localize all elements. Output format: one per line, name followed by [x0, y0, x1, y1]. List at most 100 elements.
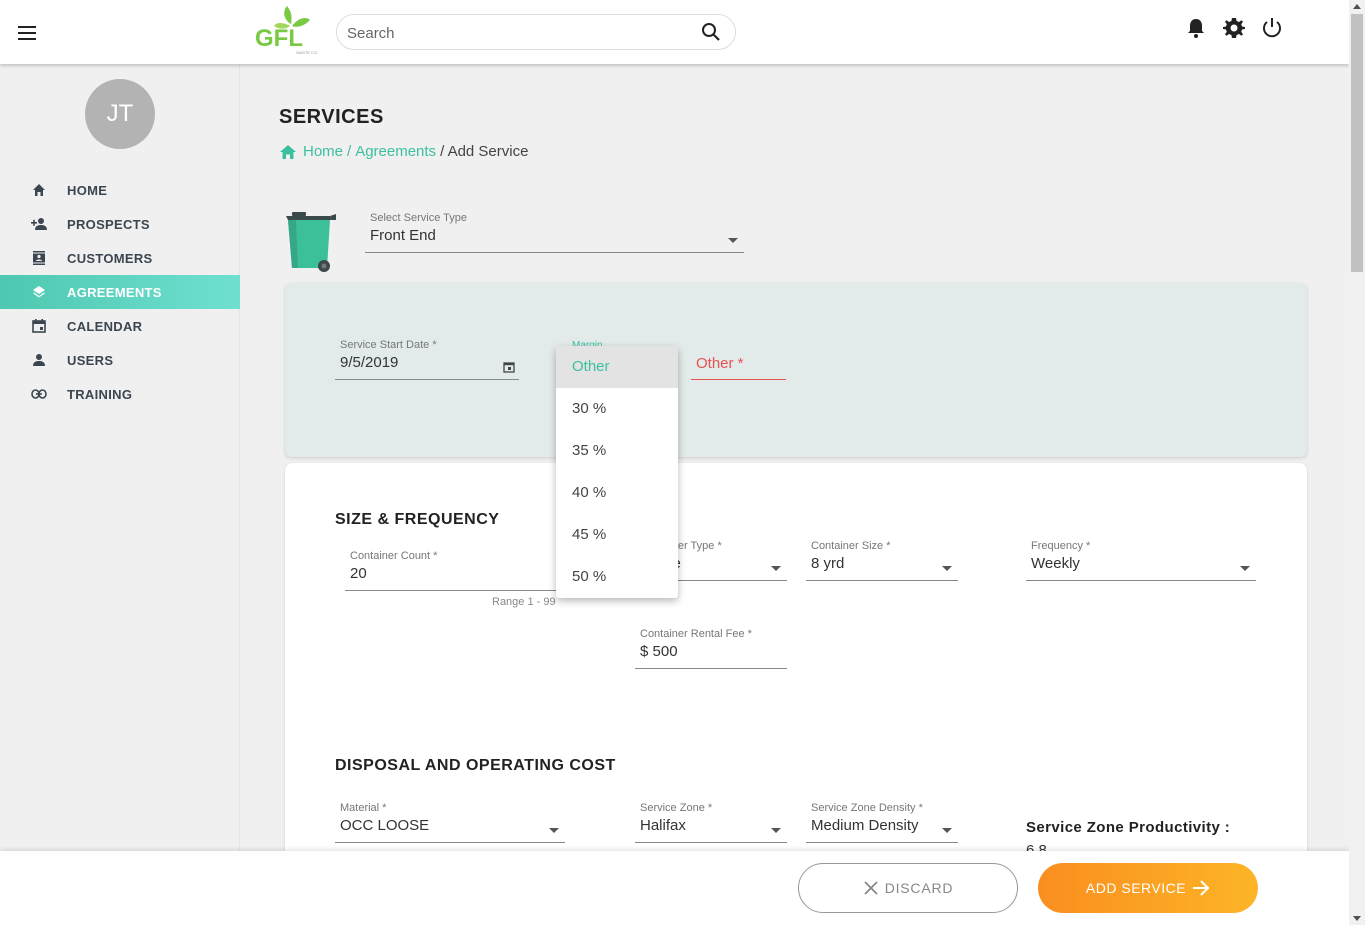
sidebar-item-home[interactable]: HOME	[0, 173, 240, 207]
layers-icon	[33, 286, 45, 298]
top-actions	[1184, 16, 1284, 40]
frequency-value: Weekly	[1031, 555, 1080, 572]
chevron-down-icon	[771, 566, 781, 571]
contact-card-icon	[33, 251, 45, 265]
chevron-down-icon	[942, 828, 952, 833]
zone-density-value: Medium Density	[811, 817, 919, 834]
add-person-icon	[31, 218, 47, 230]
rental-fee-label: Container Rental Fee *	[640, 628, 752, 640]
search-input[interactable]	[347, 23, 687, 43]
service-type-label: Select Service Type	[370, 212, 468, 224]
margin-dropdown-menu: Other 30 % 35 % 40 % 45 % 50 %	[556, 346, 678, 598]
zone-density-label: Service Zone Density *	[811, 802, 923, 814]
sidebar-item-label: CALENDAR	[67, 318, 143, 334]
trash-bin-icon	[286, 212, 336, 272]
discard-button[interactable]: DISCARD	[798, 863, 1018, 913]
service-zone-productivity-label: Service Zone Productivity :	[1026, 819, 1231, 836]
breadcrumb-home-link[interactable]: Home	[303, 143, 343, 160]
margin-option-other[interactable]: Other	[556, 346, 678, 388]
container-rental-fee-input[interactable]: Container Rental Fee * $ 500	[635, 628, 787, 669]
add-service-button-label: ADD SERVICE	[1085, 880, 1187, 896]
search-icon[interactable]	[701, 22, 721, 42]
sidebar-item-label: AGREEMENTS	[67, 284, 162, 300]
size-frequency-title: SIZE & FREQUENCY	[335, 511, 500, 528]
home-icon[interactable]	[279, 144, 297, 160]
sidebar-item-users[interactable]: USERS	[0, 343, 240, 377]
rental-fee-value: $ 500	[640, 643, 678, 660]
gfl-logo[interactable]: GFL WASTE CO.	[254, 4, 334, 56]
scroll-up-arrow[interactable]	[1353, 4, 1361, 9]
scroll-down-arrow[interactable]	[1353, 916, 1361, 921]
container-count-hint: Range 1 - 99	[492, 596, 556, 608]
gear-icon[interactable]	[1222, 16, 1246, 40]
discard-button-label: DISCARD	[884, 880, 954, 896]
sidebar-item-agreements[interactable]: AGREEMENTS	[0, 275, 240, 309]
user-icon	[33, 354, 45, 366]
chevron-down-icon	[728, 238, 738, 243]
breadcrumb-agreements-link[interactable]: Agreements	[355, 143, 436, 160]
sidebar-item-label: USERS	[67, 352, 114, 368]
breadcrumb-current: / Add Service	[440, 143, 529, 160]
margin-option-50[interactable]: 50 %	[556, 556, 678, 598]
add-service-button[interactable]: ADD SERVICE	[1038, 863, 1258, 913]
start-date-label: Service Start Date *	[340, 339, 437, 351]
container-size-select[interactable]: Container Size * 8 yrd	[806, 540, 958, 581]
frequency-select[interactable]: Frequency * Weekly	[1026, 540, 1256, 581]
breadcrumb: Home / Agreements / Add Service	[279, 143, 528, 160]
material-value: OCC LOOSE	[340, 817, 430, 834]
power-icon[interactable]	[1260, 16, 1284, 40]
material-select[interactable]: Material * OCC LOOSE	[335, 802, 565, 843]
chevron-down-icon	[942, 566, 952, 571]
scroll-thumb[interactable]	[1351, 14, 1363, 272]
container-count-label: Container Count *	[350, 550, 438, 562]
container-count-input[interactable]: Container Count * 20	[345, 550, 565, 591]
service-zone-select[interactable]: Service Zone * Halifax	[635, 802, 787, 843]
margin-option-45[interactable]: 45 %	[556, 514, 678, 556]
disposal-title: DISPOSAL AND OPERATING COST	[335, 757, 616, 774]
service-type-select[interactable]: Select Service Type Front End	[365, 212, 744, 253]
svg-text:GFL: GFL	[255, 25, 303, 52]
sidebar-item-label: HOME	[67, 182, 108, 198]
sidebar-nav: HOME PROSPECTS CUSTOMERS AGREEMENTS CALE…	[0, 173, 240, 411]
avatar[interactable]: JT	[85, 79, 155, 149]
frequency-label: Frequency *	[1031, 540, 1091, 552]
margin-option-35[interactable]: 35 %	[556, 430, 678, 472]
sidebar-item-prospects[interactable]: PROSPECTS	[0, 207, 240, 241]
sidebar-item-label: TRAINING	[67, 386, 133, 402]
margin-option-30[interactable]: 30 %	[556, 388, 678, 430]
other-margin-input[interactable]: Other *	[691, 355, 786, 380]
link-icon	[31, 389, 47, 399]
service-type-value: Front End	[370, 227, 436, 244]
service-zone-label: Service Zone *	[640, 802, 713, 814]
page-title: SERVICES	[279, 106, 384, 128]
sidebar-item-label: CUSTOMERS	[67, 250, 153, 266]
close-icon	[864, 881, 878, 895]
sidebar-item-training[interactable]: TRAINING	[0, 377, 240, 411]
sidebar-item-calendar[interactable]: CALENDAR	[0, 309, 240, 343]
zone-density-select[interactable]: Service Zone Density * Medium Density	[806, 802, 958, 843]
svg-text:WASTE CO.: WASTE CO.	[296, 50, 318, 55]
container-size-value: 8 yrd	[811, 555, 845, 572]
home-icon	[33, 184, 45, 196]
calendar-icon	[32, 319, 46, 333]
sidebar-item-label: PROSPECTS	[67, 216, 150, 232]
container-count-value: 20	[350, 565, 367, 582]
breadcrumb-separator: /	[347, 143, 352, 160]
top-bar: GFL WASTE CO.	[0, 0, 1349, 64]
sidebar: JT HOME PROSPECTS CUSTOMERS AGREEMENTS C…	[0, 64, 240, 925]
margin-option-40[interactable]: 40 %	[556, 472, 678, 514]
other-margin-value: Other *	[696, 355, 744, 372]
bell-icon[interactable]	[1184, 16, 1208, 40]
arrow-right-icon	[1193, 880, 1210, 896]
start-date-value: 9/5/2019	[340, 354, 399, 371]
service-start-date-field[interactable]: Service Start Date * 9/5/2019	[335, 339, 519, 380]
page-scrollbar[interactable]	[1349, 0, 1365, 925]
service-zone-value: Halifax	[640, 817, 686, 834]
menu-icon[interactable]	[18, 26, 36, 40]
calendar-icon[interactable]	[503, 361, 515, 373]
container-size-label: Container Size *	[811, 540, 891, 552]
sidebar-item-customers[interactable]: CUSTOMERS	[0, 241, 240, 275]
chevron-down-icon	[1240, 566, 1250, 571]
material-label: Material *	[340, 802, 387, 814]
chevron-down-icon	[549, 828, 559, 833]
